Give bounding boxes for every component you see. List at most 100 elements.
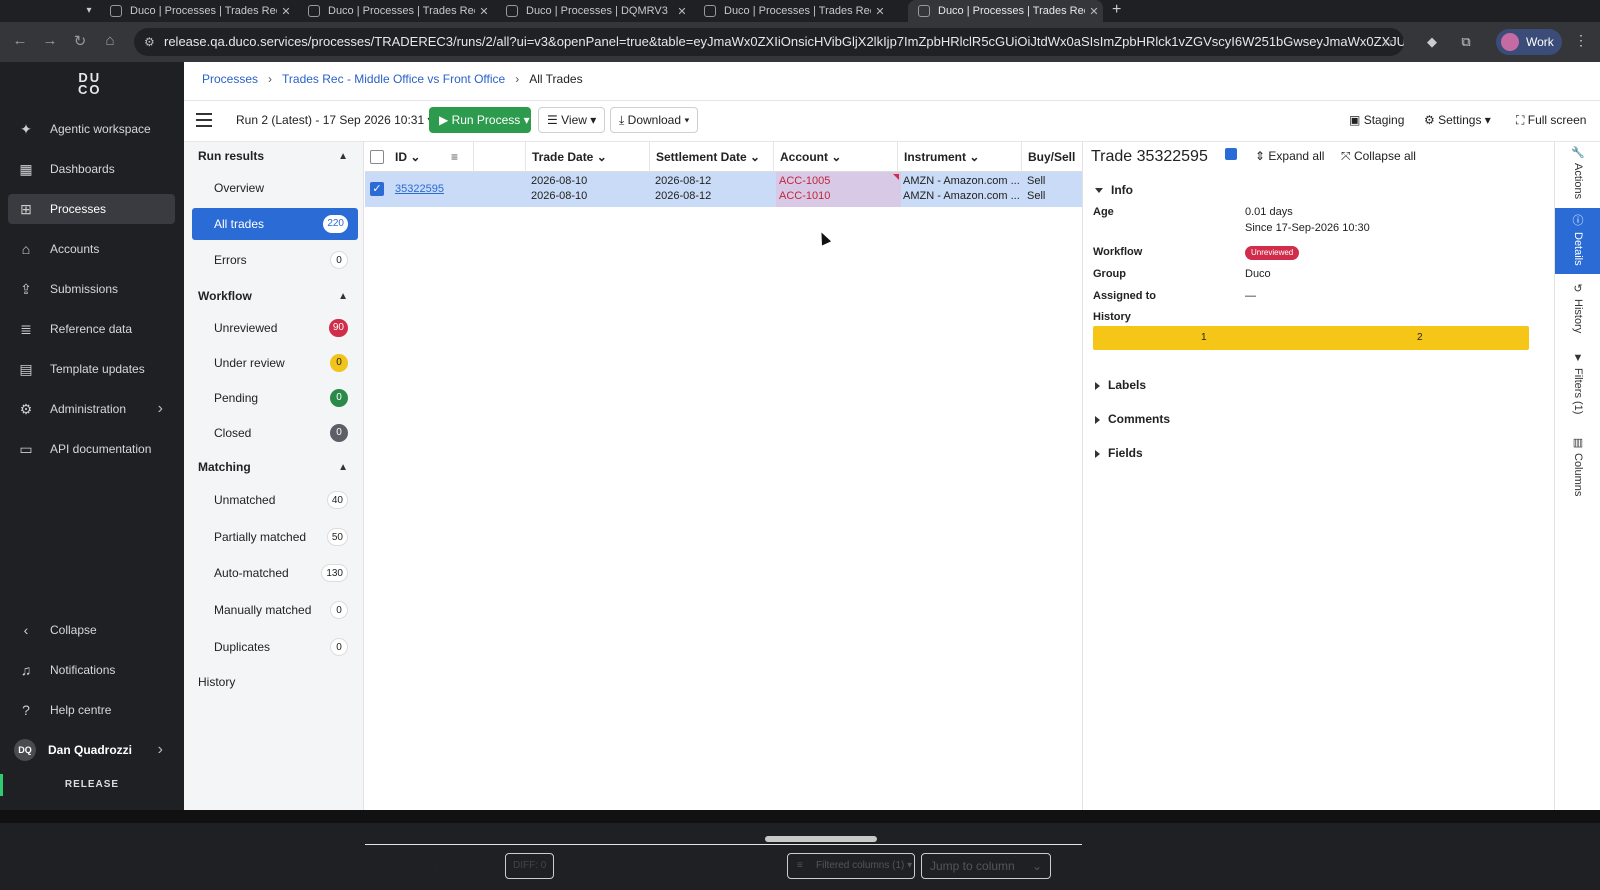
close-icon[interactable]: ✕ [475, 5, 493, 18]
tab-history[interactable]: ↺ History [1555, 278, 1600, 344]
collapse-sidebar-button[interactable]: ‹ Collapse [8, 615, 175, 645]
diff-toggle[interactable]: DIFF: 0 [505, 853, 555, 879]
expand-all-button[interactable]: ⇕ Expand all [1255, 149, 1324, 163]
menu-icon[interactable] [196, 113, 212, 127]
select-all-checkbox[interactable] [370, 150, 384, 164]
profile-label: Work [1526, 35, 1554, 49]
sidebar-item-reference-data[interactable]: ≣ Reference data [8, 314, 175, 344]
new-tab-icon[interactable]: + [1112, 0, 1121, 22]
tab-columns[interactable]: ▥ Columns [1555, 432, 1600, 508]
panel-title: Trade 35322595 [1091, 148, 1208, 165]
browser-tab-active[interactable]: Duco | Processes | Trades Rec ✕ [908, 0, 1103, 22]
full-screen-button[interactable]: ⛶ Full screen [1516, 113, 1586, 128]
nav-overview[interactable]: Overview [192, 172, 358, 204]
browser-menu-icon[interactable]: ⋮ [1574, 32, 1588, 49]
close-icon[interactable]: ✕ [277, 5, 295, 18]
comments-section-toggle[interactable]: Comments [1095, 412, 1170, 426]
tab-actions[interactable]: 🔧 Actions [1555, 142, 1600, 208]
history-step[interactable]: 2 [1417, 326, 1423, 350]
nav-duplicates[interactable]: Duplicates 0 [192, 631, 358, 663]
tab-filters[interactable]: ▼ Filters (1) [1555, 348, 1600, 428]
info-section-toggle[interactable]: Info [1095, 183, 1133, 197]
sidebar-item-dashboards[interactable]: ▦ Dashboards [8, 154, 175, 184]
workflow-header[interactable]: Workflow ▲ [192, 280, 358, 312]
row-checkbox[interactable]: ✓ [370, 182, 384, 196]
nav-auto-matched[interactable]: Auto-matched 130 [192, 557, 358, 589]
horizontal-scrollbar[interactable] [765, 836, 877, 842]
help-centre-button[interactable]: ? Help centre [8, 695, 175, 725]
breadcrumb-processes[interactable]: Processes [202, 72, 258, 86]
main-area: Processes › Trades Rec - Middle Office vs… [184, 62, 1600, 879]
sidebar-item-agentic-workspace[interactable]: ✦ Agentic workspace [8, 114, 175, 144]
sidebar-item-processes[interactable]: ⊞ Processes [8, 194, 175, 224]
column-header-trade-date[interactable]: Trade Date ⌄ [525, 142, 649, 172]
url-bar[interactable]: ⚙ release.qa.duco.services/processes/TRA… [134, 28, 1404, 56]
sidebar-item-administration[interactable]: ⚙ Administration › [8, 394, 175, 424]
column-header-account[interactable]: Account ⌄ [773, 142, 897, 172]
back-icon[interactable]: ← [10, 32, 30, 49]
staging-button[interactable]: ▣ Staging [1349, 113, 1404, 127]
bookmark-star-icon[interactable]: ☆ [1382, 28, 1394, 56]
site-info-icon[interactable]: ⚙ [144, 28, 155, 56]
nav-unreviewed[interactable]: Unreviewed 90 [192, 312, 358, 344]
extension-icon[interactable]: ◆ [1424, 34, 1440, 50]
browser-tab[interactable]: Duco | Processes | Trades Rec ✕ [298, 0, 493, 22]
browser-tab[interactable]: Duco | Processes | DQMRV3 ✕ [496, 0, 691, 22]
collapse-all-button[interactable]: ⤧ Collapse all [1341, 149, 1416, 164]
run-results-header[interactable]: Run results ▲ [192, 140, 358, 172]
settings-button[interactable]: ⚙ Settings ▾ [1424, 113, 1491, 127]
trade-id-link[interactable]: 35322595 [395, 182, 444, 197]
nav-under-review[interactable]: Under review 0 [192, 347, 358, 379]
history-timeline[interactable]: 1 2 [1093, 326, 1529, 350]
fields-section-toggle[interactable]: Fields [1095, 446, 1143, 460]
close-icon[interactable]: ✕ [673, 5, 691, 18]
bank-icon: ⌂ [21, 241, 31, 257]
sidebar-item-template-updates[interactable]: ▤ Template updates [8, 354, 175, 384]
user-menu-button[interactable]: DQ Dan Quadrozzi › [8, 735, 175, 765]
tab-details[interactable]: ⓘ Details [1555, 208, 1600, 274]
jump-to-column-select[interactable]: Jump to column ⌄ [921, 853, 1051, 879]
nav-closed[interactable]: Closed 0 [192, 417, 358, 449]
download-button[interactable]: ⤓ Download ▾ [610, 107, 699, 133]
browser-tab[interactable]: Duco | Processes | Trades Rec ✕ [100, 0, 295, 22]
browser-tab[interactable]: Duco | Processes | Trades Rec ✕ [694, 0, 889, 22]
column-header-instrument[interactable]: Instrument ⌄ [897, 142, 1021, 172]
table-row[interactable]: ✓ 35322595 2026-08-10 2026-08-10 2026-08… [365, 172, 1082, 207]
profile-button[interactable]: Work [1496, 29, 1562, 55]
reload-icon[interactable]: ↻ [70, 32, 90, 50]
forward-icon[interactable]: → [40, 32, 60, 49]
labels-section-toggle[interactable]: Labels [1095, 378, 1146, 392]
filter-icon[interactable]: ≡ [445, 142, 473, 172]
tab-search-icon[interactable]: ▾ [80, 2, 98, 20]
chevron-right-icon: › [157, 400, 163, 417]
column-header-buy-sell[interactable]: Buy/Sell [1021, 142, 1082, 172]
extensions-puzzle-icon[interactable]: ⧉ [1458, 34, 1474, 50]
filtered-columns-button[interactable]: ≡ Filtered columns (1) ▾ [787, 853, 915, 879]
home-icon[interactable]: ⌂ [100, 32, 120, 49]
notifications-button[interactable]: ♫ Notifications [8, 655, 175, 685]
matching-header[interactable]: Matching ▲ [192, 451, 358, 483]
nav-partially-matched[interactable]: Partially matched 50 [192, 521, 358, 553]
history-step[interactable]: 1 [1201, 326, 1207, 350]
notifications-label: Notifications [50, 663, 116, 677]
breadcrumb-process[interactable]: Trades Rec - Middle Office vs Front Offi… [282, 72, 505, 86]
close-icon[interactable]: ✕ [871, 5, 889, 18]
nav-all-trades[interactable]: All trades 220 [192, 208, 358, 240]
close-icon[interactable]: ✕ [1085, 5, 1103, 18]
nav-history[interactable]: History [192, 666, 358, 698]
sidebar-item-api-documentation[interactable]: ▭ API documentation [8, 434, 175, 464]
run-process-button[interactable]: ▶ Run Process ▾ [429, 107, 531, 133]
count-badge: 90 [328, 319, 348, 337]
run-selector[interactable]: Run 2 (Latest) - 17 Sep 2026 10:31 ▾ [236, 113, 434, 127]
view-button[interactable]: ☰ View ▾ [538, 107, 606, 133]
column-header-settlement-date[interactable]: Settlement Date ⌄ [649, 142, 773, 172]
nav-pending[interactable]: Pending 0 [192, 382, 358, 414]
staging-label: Staging [1363, 113, 1405, 127]
copy-icon[interactable] [1225, 148, 1237, 160]
sidebar-item-submissions[interactable]: ⇪ Submissions [8, 274, 175, 304]
sidebar-item-accounts[interactable]: ⌂ Accounts [8, 234, 175, 264]
nav-manually-matched[interactable]: Manually matched 0 [192, 594, 358, 626]
nav-errors[interactable]: Errors 0 [192, 244, 358, 276]
nav-unmatched[interactable]: Unmatched 40 [192, 484, 358, 516]
count-badge: 0 [330, 251, 348, 269]
